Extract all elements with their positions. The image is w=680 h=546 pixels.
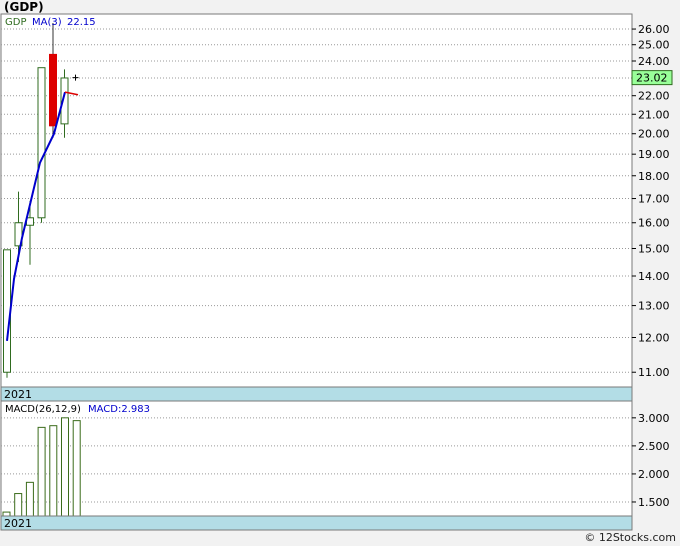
price-tick-label: 20.00: [638, 128, 670, 141]
price-tick-label: 24.00: [638, 55, 670, 68]
macd-tick-label: 2.500: [638, 440, 670, 453]
price-tick-label: 21.00: [638, 108, 670, 121]
price-date-band: [0, 386, 633, 402]
price-tick-label: 12.00: [638, 332, 670, 345]
price-panel: [0, 13, 633, 388]
price-tick-label: 11.00: [638, 366, 670, 379]
price-tick-label: 26.00: [638, 23, 670, 36]
macd-legend-value: MACD:2.983: [88, 404, 150, 415]
macd-tick-label: 1.500: [638, 496, 670, 509]
legend-ticker: GDP: [5, 17, 26, 28]
macd-bar: [14, 493, 23, 517]
macd-date-band: [0, 515, 633, 531]
macd-legend-label: MACD(26,12,9): [5, 404, 81, 415]
macd-bar: [2, 511, 11, 517]
price-date-label: 2021: [4, 388, 32, 401]
macd-tick-label: 3.000: [638, 412, 670, 425]
macd-bar: [37, 426, 46, 517]
candle-body: [49, 53, 57, 127]
macd-bar: [61, 417, 69, 517]
stock-chart: 11.00 12.00 13.00 14.00 15.00 16.00 17.00 18.00…: [0, 0, 673, 531]
price-tick-label: 22.00: [638, 90, 670, 103]
macd-date-label: 2021: [4, 517, 32, 530]
price-tick-label: 13.00: [638, 300, 670, 313]
price-tick-label: 17.00: [638, 193, 670, 206]
price-tick-label: 14.00: [638, 270, 670, 283]
last-price-tag: 23.02: [631, 70, 673, 86]
candle-body: [37, 67, 46, 219]
legend-ma-label: MA(3): [32, 17, 62, 28]
chart-title: (GDP): [4, 0, 44, 14]
price-tick-label: 18.00: [638, 170, 670, 183]
price-tick-label: 25.00: [638, 39, 670, 52]
macd-axis: 1.500 2.000 2.500 3.000: [632, 412, 670, 509]
macd-bar: [49, 425, 58, 517]
macd-tick-label: 2.000: [638, 468, 670, 481]
price-tick-label: 19.00: [638, 148, 670, 161]
price-tick-label: 16.00: [638, 217, 670, 230]
price-tag-value: 23.02: [636, 72, 668, 85]
site-credit[interactable]: © 12Stocks.com: [584, 531, 676, 544]
price-tick-label: 15.00: [638, 242, 670, 255]
macd-bar: [72, 420, 81, 517]
legend-ma-value: 22.15: [67, 17, 96, 28]
macd-bar: [25, 481, 34, 517]
